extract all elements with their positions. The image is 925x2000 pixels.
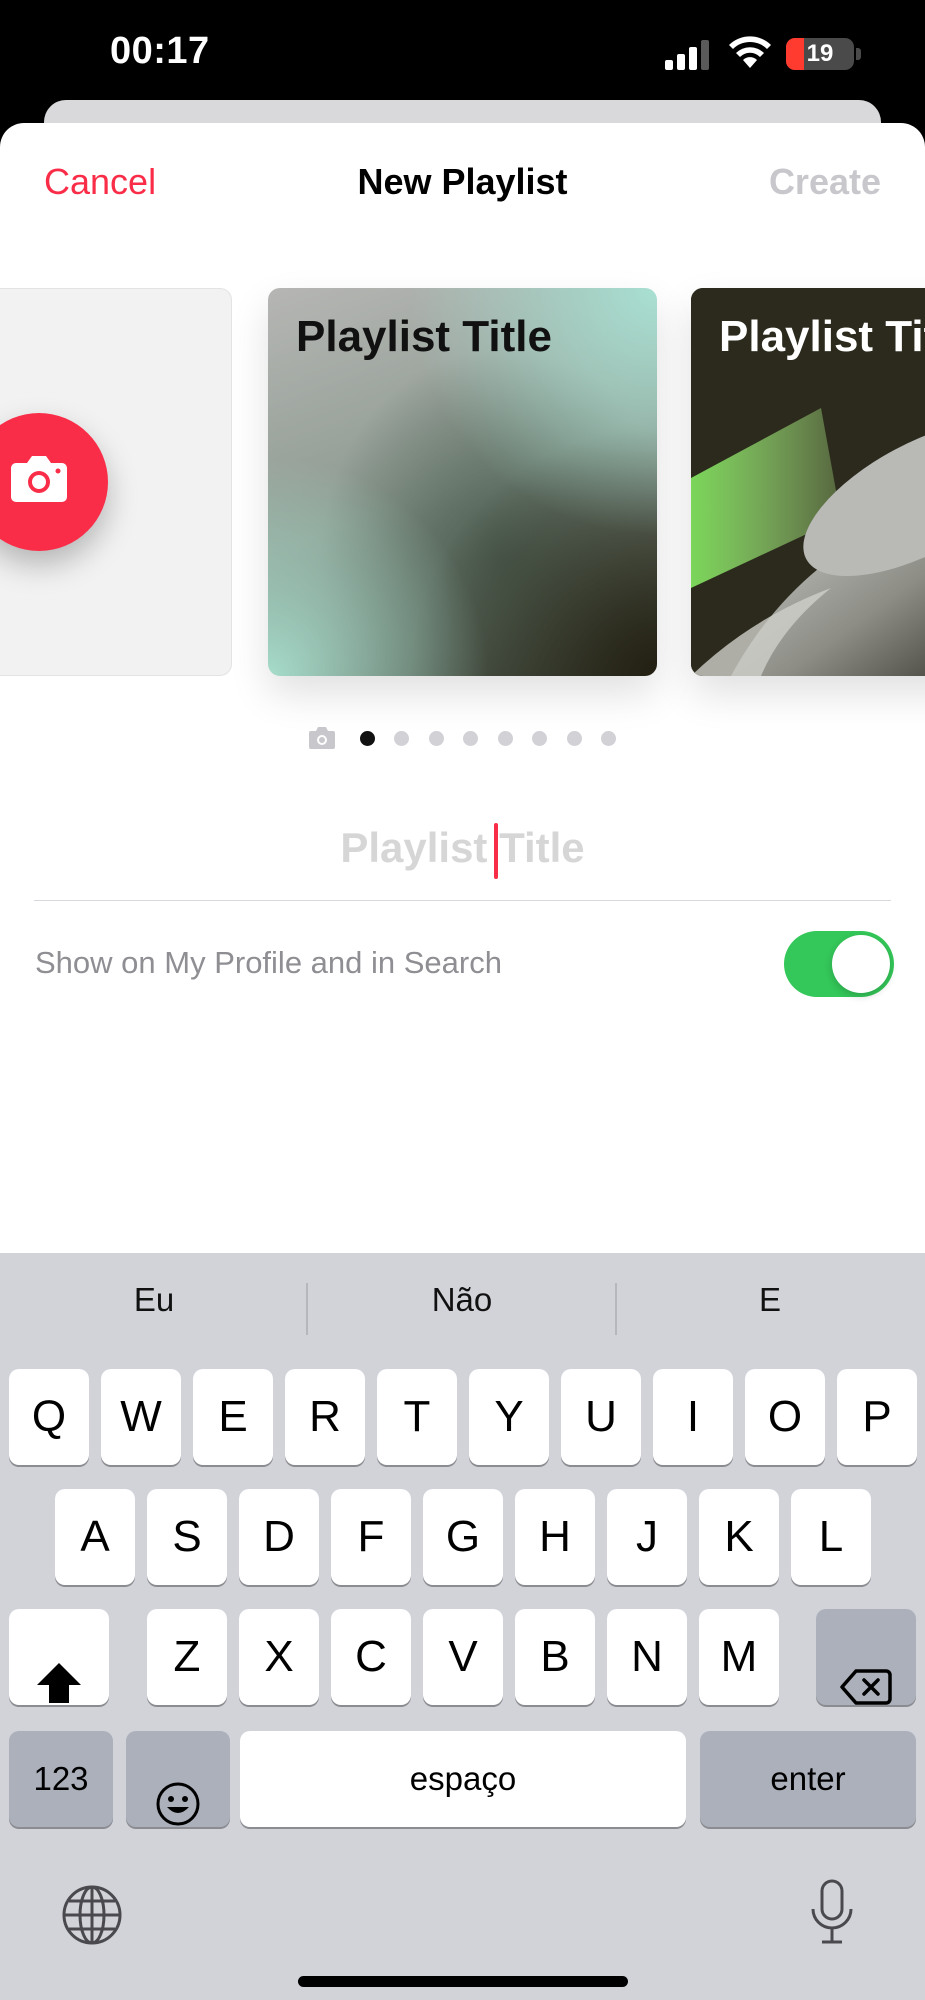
status-bar: 00:17 19 [0,0,925,110]
key-c[interactable]: C [331,1609,411,1705]
page-dot[interactable] [601,731,616,746]
key-p[interactable]: P [837,1369,917,1465]
dictation-button[interactable] [808,1879,856,1948]
page-dot[interactable] [567,731,582,746]
page-dot[interactable] [532,731,547,746]
profile-visibility-toggle[interactable] [784,931,894,997]
space-key[interactable]: espaço [240,1731,686,1827]
new-playlist-sheet: Cancel New Playlist Create Playlist Titl… [0,123,925,1253]
playlist-title-field [34,803,891,901]
key-m[interactable]: M [699,1609,779,1705]
page-dot[interactable] [394,731,409,746]
key-n[interactable]: N [607,1609,687,1705]
battery-cap [856,48,861,60]
battery-level: 19 [806,40,834,67]
key-u[interactable]: U [561,1369,641,1465]
key-l[interactable]: L [791,1489,871,1585]
backspace-icon [840,1669,892,1705]
key-v[interactable]: V [423,1609,503,1705]
artwork-card-title-2: Playlist Title [719,312,925,361]
key-t[interactable]: T [377,1369,457,1465]
key-e[interactable]: E [193,1369,273,1465]
emoji-icon [156,1782,200,1826]
key-k[interactable]: K [699,1489,779,1585]
enter-key[interactable]: enter [700,1731,916,1827]
battery-indicator: 19 [786,38,854,70]
status-time: 00:17 [110,30,210,72]
home-indicator[interactable] [298,1976,628,1987]
suggestion-bar: Eu Não E [0,1253,925,1363]
camera-icon [11,456,67,502]
text-caret [494,823,498,879]
key-g[interactable]: G [423,1489,503,1585]
nav-bar: Cancel New Playlist Create [0,123,925,243]
globe-icon [62,1885,122,1945]
page-dot[interactable] [463,731,478,746]
key-x[interactable]: X [239,1609,319,1705]
key-i[interactable]: I [653,1369,733,1465]
key-q[interactable]: Q [9,1369,89,1465]
suggestion-divider [306,1283,308,1335]
cellular-signal-icon [665,40,709,70]
keyboard: Eu Não E Q W E R T Y U I O P A S D F G H… [0,1253,925,2000]
backspace-key[interactable] [816,1609,916,1705]
shift-icon [37,1663,81,1703]
numbers-key[interactable]: 123 [9,1731,113,1827]
key-b[interactable]: B [515,1609,595,1705]
globe-button[interactable] [60,1883,124,1950]
key-h[interactable]: H [515,1489,595,1585]
key-y[interactable]: Y [469,1369,549,1465]
suggestion-divider [615,1283,617,1335]
camera-page-icon [309,727,335,749]
microphone-icon [811,1879,853,1944]
key-r[interactable]: R [285,1369,365,1465]
create-button[interactable]: Create [769,161,881,203]
page-dot-active[interactable] [360,731,375,746]
key-s[interactable]: S [147,1489,227,1585]
key-z[interactable]: Z [147,1609,227,1705]
artwork-card-title: Playlist Title [296,312,552,361]
emoji-key[interactable] [126,1731,230,1827]
artwork-card-disc[interactable]: Playlist Title [691,288,925,676]
profile-toggle-label: Show on My Profile and in Search [35,945,502,980]
suggestion-2[interactable]: Não [312,1281,612,1319]
suggestion-3[interactable]: E [620,1281,920,1319]
page-dot[interactable] [498,731,513,746]
key-j[interactable]: J [607,1489,687,1585]
playlist-title-input[interactable] [34,803,891,893]
toggle-knob [832,935,890,993]
artwork-card-gradient[interactable]: Playlist Title [268,288,657,676]
suggestion-1[interactable]: Eu [4,1281,304,1319]
key-a[interactable]: A [55,1489,135,1585]
cancel-button[interactable]: Cancel [44,161,156,203]
wifi-icon [729,36,771,68]
key-f[interactable]: F [331,1489,411,1585]
key-d[interactable]: D [239,1489,319,1585]
key-w[interactable]: W [101,1369,181,1465]
shift-key[interactable] [9,1609,109,1705]
page-dot[interactable] [429,731,444,746]
key-o[interactable]: O [745,1369,825,1465]
